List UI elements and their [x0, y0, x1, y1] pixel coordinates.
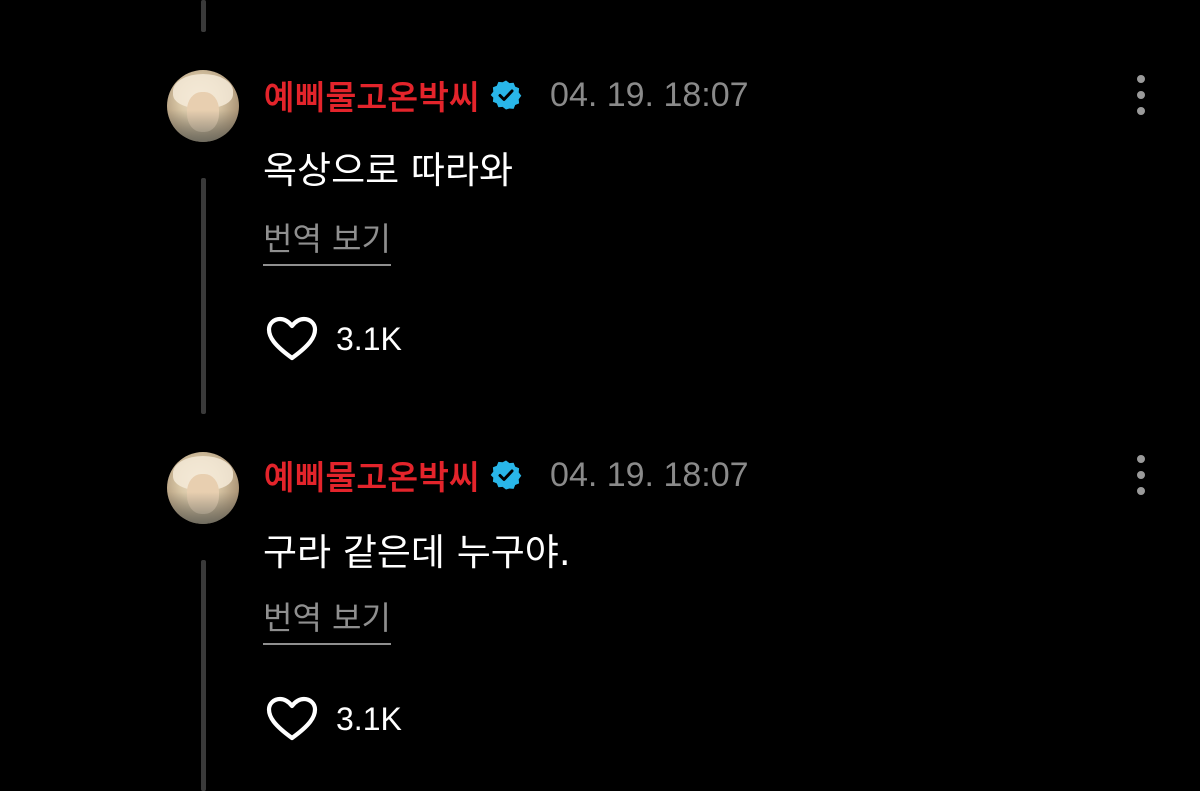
username[interactable]: 예삐물고온박씨: [264, 71, 480, 119]
timestamp: 04. 19. 18:07: [550, 455, 749, 494]
thread-line-bottom: [201, 560, 206, 791]
verified-badge-icon: [490, 460, 522, 490]
comment-header: 예삐물고온박씨 04. 19. 18:07: [264, 71, 749, 119]
timestamp: 04. 19. 18:07: [550, 75, 749, 114]
like-count: 3.1K: [336, 320, 402, 357]
username[interactable]: 예삐물고온박씨: [264, 451, 480, 499]
comment-header: 예삐물고온박씨 04. 19. 18:07: [264, 451, 749, 499]
heart-outline-icon: [266, 696, 318, 741]
more-vertical-icon[interactable]: [1126, 73, 1156, 117]
avatar[interactable]: [167, 70, 239, 142]
comment-text: 구라 같은데 누구야.: [263, 531, 571, 574]
more-vertical-icon[interactable]: [1126, 453, 1156, 497]
thread-line-top: [201, 0, 206, 32]
thread-line-middle: [201, 178, 206, 414]
like-button[interactable]: 3.1K: [266, 696, 402, 742]
comment-text: 옥상으로 따라와: [263, 149, 514, 192]
translate-link[interactable]: 번역 보기: [263, 593, 391, 645]
heart-outline-icon: [266, 316, 318, 361]
like-count: 3.1K: [336, 700, 402, 737]
like-button[interactable]: 3.1K: [266, 316, 402, 362]
translate-link[interactable]: 번역 보기: [263, 214, 391, 266]
avatar[interactable]: [167, 452, 239, 524]
verified-badge-icon: [490, 80, 522, 110]
